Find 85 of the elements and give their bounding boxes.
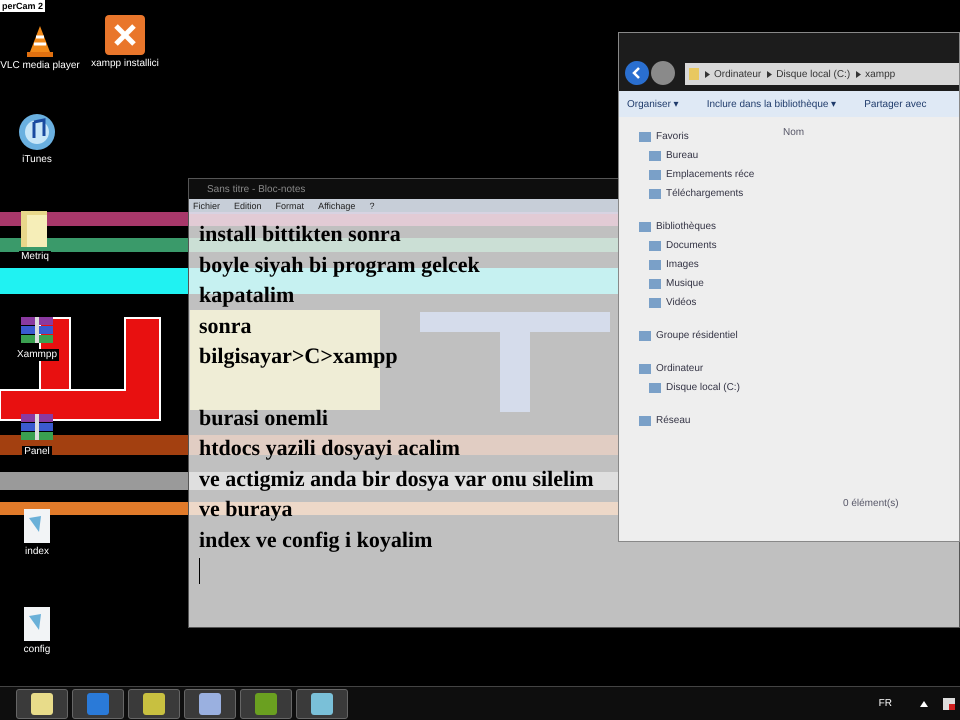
document-icon [23,606,51,642]
nav-group[interactable]: Réseau [656,413,690,428]
nav-item-icon [649,150,661,160]
traffic-cone-icon [24,24,56,58]
nav-item[interactable]: Images [666,257,699,272]
nav-item-icon [649,240,661,250]
text-cursor [199,558,200,584]
desktop-icon-label[interactable]: config [22,644,52,656]
toolbar-button[interactable]: Inclure dans la bibliothèque ▾ [706,96,836,112]
nav-item-icon [649,382,661,392]
nav-item[interactable]: Emplacements réce [666,167,754,182]
text-line: kapatalim [199,282,294,308]
nav-item[interactable]: Musique [666,276,704,291]
taskbar-button[interactable] [16,688,68,718]
music-disc-icon [17,112,57,152]
nav-group[interactable]: Favoris [656,129,689,144]
language-indicator[interactable]: FR [878,696,892,711]
folder-icon [689,68,699,80]
menu-item[interactable]: Fichier [193,200,220,214]
toolbar-button[interactable]: Organiser ▾ [627,96,679,112]
menu-item[interactable]: Edition [234,200,262,214]
nav-item[interactable]: Disque local (C:) [666,380,740,395]
nav-item-icon [639,132,651,142]
taskbar-button[interactable] [296,688,348,718]
nav-item-icon [639,364,651,374]
text-line: htdocs yazili dosyayi acalim [199,435,460,460]
arrow-left-icon [631,67,643,79]
text-line: sonra [199,312,252,338]
text-line: boyle siyah bi program gelcek [199,252,480,277]
breadcrumb-item[interactable]: Ordinateur [714,66,762,82]
nav-item-icon [639,416,651,426]
nav-item[interactable]: Documents [666,238,717,253]
window-title: perCam 2 [0,0,46,12]
taskbar-button[interactable] [184,688,236,718]
menu-item[interactable]: Affichage [318,200,356,214]
address-bar[interactable]: Ordinateur Disque local (C:) xampp [685,63,959,85]
app-icon [31,692,53,714]
chevron-right-icon [767,70,772,78]
nav-item-icon [639,222,651,232]
chevron-right-icon [856,70,862,78]
forward-button[interactable] [651,61,675,85]
nav-item-icon [649,260,661,270]
text-line: bilgisayar>C>xampp [199,343,398,368]
flag-icon[interactable] [942,696,956,710]
cross-tile-icon [104,14,146,56]
text-line: ve actigmiz anda bir dosya var onu silelim [199,466,594,491]
caret-icon[interactable] [920,700,928,706]
nav-item-icon [649,170,661,180]
window-title: Sans titre - Bloc-notes [207,182,306,196]
nav-item[interactable]: Vidéos [666,295,696,310]
app-icon [87,692,109,714]
text-line: index ve config i koyalim [199,526,432,552]
app-icon [311,692,333,714]
menu-item[interactable]: ? [369,200,374,214]
toolbar-button[interactable]: Partager avec [864,96,926,112]
menu-item[interactable]: Format [276,200,304,214]
status-text: 0 élément(s) [843,497,900,511]
text-line: ve buraya [199,496,292,522]
breadcrumb-item[interactable]: xampp [865,66,896,82]
nav-group[interactable]: Bibliothèques [656,219,716,234]
desktop-icon-label[interactable]: Xammpp [14,349,59,361]
column-header[interactable]: Nom [783,125,959,140]
chevron-right-icon [705,70,710,78]
nav-item-icon [649,298,661,308]
app-icon [143,692,165,714]
desktop-icon-label[interactable]: VLC media player [0,60,82,72]
app-icon [255,692,277,714]
document-icon [23,508,51,544]
app-icon [199,692,221,714]
breadcrumb-item[interactable]: Disque local (C:) [776,66,850,82]
taskbar-button[interactable] [240,688,292,718]
nav-item[interactable]: Téléchargements [666,186,744,201]
nav-item-icon [649,188,661,198]
taskbar-button[interactable] [128,688,180,718]
nav-item-icon [649,278,661,288]
nav-item-icon [639,330,651,340]
text-line: burasi onemli [199,404,328,430]
nav-item[interactable]: Bureau [666,148,698,163]
nav-group[interactable]: Ordinateur [656,361,704,376]
desktop-icon-label[interactable]: Metriq [19,251,51,263]
desktop-icon-label[interactable]: Panel [22,446,52,458]
text-line: install bittikten sonra [199,221,401,246]
back-button[interactable] [625,61,649,85]
nav-group[interactable]: Groupe résidentiel [656,328,738,343]
desktop-icon-label[interactable]: xampp installici [89,58,161,70]
